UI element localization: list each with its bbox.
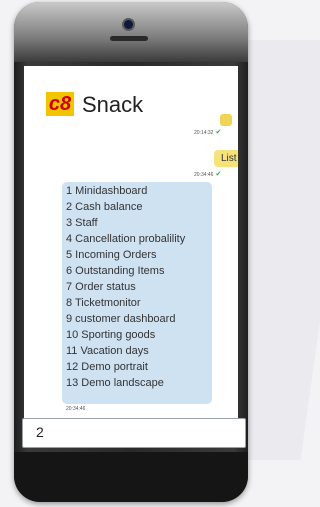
message-input-value[interactable]: 2 [36,424,44,440]
menu-list-item[interactable]: 13 Demo landscape [66,377,164,389]
camera-icon [124,20,133,29]
speaker-grille [110,36,148,41]
message-timestamp: 20:34:46 [66,406,86,412]
menu-list-item[interactable]: 7 Order status [66,281,136,293]
menu-list-item[interactable]: 11 Vacation days [66,345,149,357]
app-logo: c8 [46,92,74,116]
menu-list-item[interactable]: 6 Outstanding Items [66,265,164,277]
phone-top-bezel [14,2,248,62]
menu-list-item[interactable]: 10 Sporting goods [66,329,155,341]
menu-list-item[interactable]: 12 Demo portrait [66,361,148,373]
menu-list-item[interactable]: 2 Cash balance [66,201,142,213]
menu-list-item[interactable]: 1 Minidashboard [66,185,147,197]
menu-list-item[interactable]: 5 Incoming Orders [66,249,156,261]
check-icon: ✔ [215,171,222,178]
thumbs-up-icon [220,114,232,126]
app-title: Snack [82,92,144,117]
user-message-bubble: List [214,150,238,167]
menu-list-item[interactable]: 8 Ticketmonitor [66,297,141,309]
menu-list-item[interactable]: 4 Cancellation probalility [66,233,185,245]
check-icon: ✔ [215,129,222,136]
menu-list-item[interactable]: 3 Staff [66,217,98,229]
message-timestamp: 20:14:32 ✔ [194,129,222,136]
phone-bottom-bezel [14,452,248,502]
message-input[interactable] [22,418,246,448]
message-timestamp: 20:34:46 ✔ [194,171,222,178]
menu-list-item[interactable]: 9 customer dashboard [66,313,175,325]
